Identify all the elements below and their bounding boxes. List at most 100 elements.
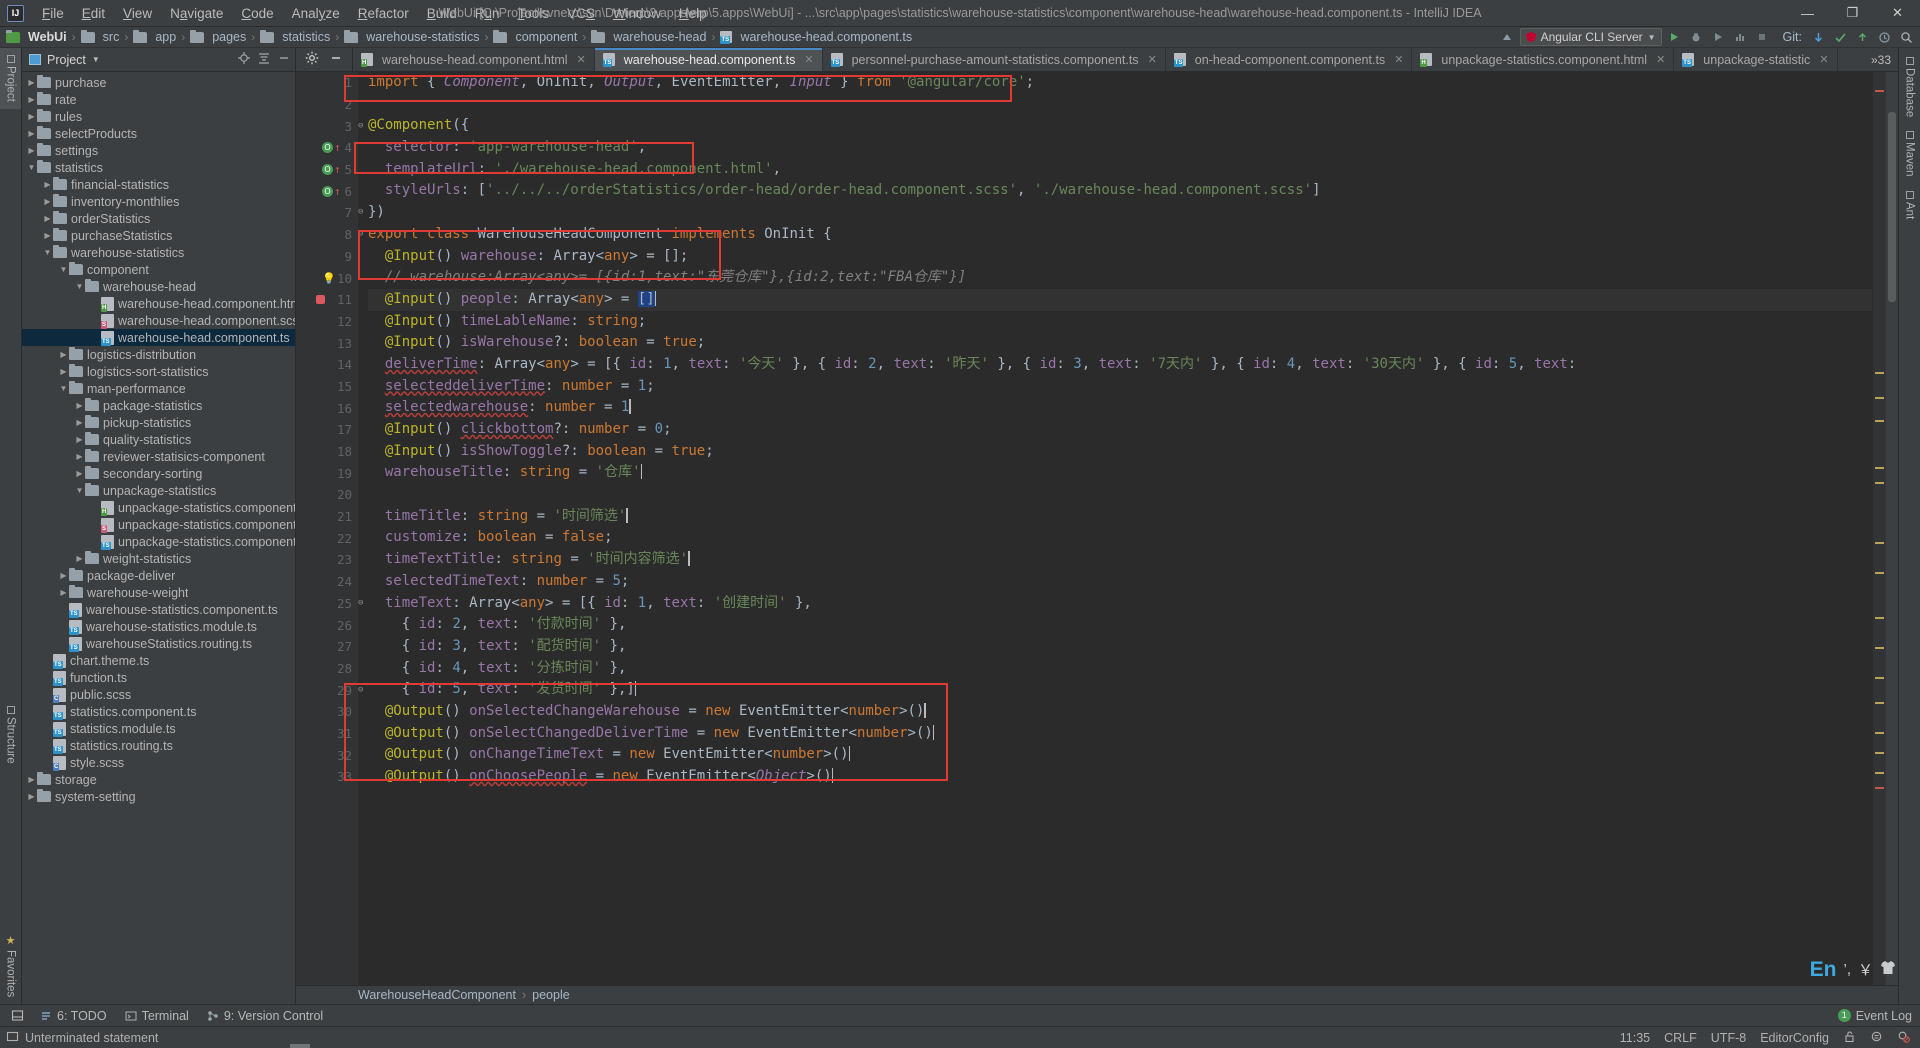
tree-folder-node[interactable]: ▼ warehouse-statistics	[22, 244, 295, 261]
code-line[interactable]: selector: 'app-warehouse-head',	[368, 137, 1872, 159]
editor-tab[interactable]: unpackage-statistic ✕	[1674, 48, 1838, 71]
chevron-right-icon[interactable]: ▶	[26, 792, 37, 801]
chevron-right-icon[interactable]: ▶	[26, 146, 37, 155]
code-line[interactable]: { id: 5, text: '发货时间' },]	[368, 679, 1872, 701]
locate-icon[interactable]	[237, 51, 251, 68]
gutter-line[interactable]: 16	[296, 397, 358, 419]
gutter-line[interactable]: 33	[296, 766, 358, 788]
project-file-tree[interactable]: ▶ purchase ▶ rate ▶ rules ▶ selectProducts ▶ sett…	[22, 72, 295, 1004]
close-icon[interactable]: ✕	[1819, 53, 1828, 66]
tree-folder-node[interactable]: ▶ package-statistics	[22, 397, 295, 414]
tree-folder-node[interactable]: ▶ package-deliver	[22, 567, 295, 584]
code-line[interactable]: @Output() onSelectChangedDeliverTime = n…	[368, 723, 1872, 745]
close-button[interactable]: ✕	[1875, 0, 1920, 27]
editor-tabs-overflow[interactable]: »33	[1864, 48, 1898, 71]
status-line-separator[interactable]: CRLF	[1664, 1031, 1697, 1045]
error-stripe-marker[interactable]	[1875, 617, 1884, 619]
tree-file-node[interactable]: warehouse-head.component.ts	[22, 329, 295, 346]
chevron-down-icon[interactable]: ▼	[26, 163, 37, 172]
gutter-line[interactable]: O ↑ 4	[296, 137, 358, 159]
ime-skin-icon[interactable]	[1880, 960, 1896, 979]
breadcrumb-item-4[interactable]: statistics	[260, 29, 330, 44]
tree-file-node[interactable]: function.ts	[22, 669, 295, 686]
code-line[interactable]: @Input() isShowToggle?: boolean = true;	[368, 441, 1872, 463]
tree-file-node[interactable]: warehouseStatistics.routing.ts	[22, 635, 295, 652]
override-marker-icon[interactable]: O	[322, 185, 333, 197]
tree-folder-node[interactable]: ▶ reviewer-statisics-component	[22, 448, 295, 465]
rail-tab-maven[interactable]: Maven	[1899, 124, 1920, 184]
close-icon[interactable]: ✕	[577, 53, 586, 66]
editor-code-content[interactable]: import { Component, OnInit, Output, Even…	[358, 72, 1872, 985]
tree-folder-node[interactable]: ▶ weight-statistics	[22, 550, 295, 567]
chevron-right-icon[interactable]: ▶	[26, 775, 37, 784]
code-line[interactable]: @Output() onChoosePeople = new EventEmit…	[368, 766, 1872, 788]
code-line[interactable]: })	[368, 202, 1872, 224]
menu-build[interactable]: Build	[418, 3, 466, 24]
code-line[interactable]: selectedTimeText: number = 5;	[368, 571, 1872, 593]
chevron-right-icon[interactable]: ▶	[26, 95, 37, 104]
ime-language[interactable]: En	[1810, 959, 1837, 980]
editor-tab[interactable]: warehouse-head.component.html ✕	[353, 48, 595, 71]
gutter-line[interactable]: O ↑ 6	[296, 180, 358, 202]
error-stripe-marker[interactable]	[1875, 647, 1884, 649]
code-line[interactable]: { id: 4, text: '分拣时间' },	[368, 658, 1872, 680]
gutter-line[interactable]: 18	[296, 441, 358, 463]
tree-file-node[interactable]: warehouse-head.component.scss	[22, 312, 295, 329]
chevron-right-icon[interactable]: ▶	[58, 367, 69, 376]
error-stripe-marker[interactable]	[1875, 752, 1884, 754]
error-stripe-marker[interactable]	[1875, 90, 1884, 92]
tree-folder-node[interactable]: ▶ inventory-monthlies	[22, 193, 295, 210]
code-line[interactable]: warehouseTitle: string = '仓库'	[368, 462, 1872, 484]
gutter-line[interactable]: 29 ⊖	[296, 679, 363, 701]
menu-edit[interactable]: Edit	[73, 3, 114, 24]
chevron-down-icon[interactable]: ▼	[92, 55, 100, 64]
chevron-right-icon[interactable]: ▶	[42, 180, 53, 189]
code-line[interactable]: selectedwarehouse: number = 1	[368, 397, 1872, 419]
gutter-line[interactable]: 23	[296, 549, 358, 571]
menu-vcs[interactable]: VCS	[558, 3, 604, 24]
menu-tools[interactable]: Tools	[509, 3, 559, 24]
tree-file-node[interactable]: public.scss	[22, 686, 295, 703]
breadcrumb-item-0[interactable]: WebUi	[6, 29, 67, 44]
gutter-line[interactable]: 2	[296, 94, 358, 116]
gutter-line[interactable]: 26	[296, 614, 358, 636]
implements-arrow-icon[interactable]: ↑	[334, 142, 341, 153]
tree-file-node[interactable]: statistics.component.ts	[22, 703, 295, 720]
tree-folder-node[interactable]: ▶ financial-statistics	[22, 176, 295, 193]
tool-button-terminal[interactable]: Terminal	[116, 1007, 198, 1025]
tree-folder-node[interactable]: ▶ rules	[22, 108, 295, 125]
profiler-button[interactable]	[1731, 28, 1750, 47]
tree-file-node[interactable]: chart.theme.ts	[22, 652, 295, 669]
gutter-line[interactable]: 19	[296, 462, 358, 484]
code-line[interactable]: export class WarehouseHeadComponent impl…	[368, 224, 1872, 246]
chevron-right-icon[interactable]: ▶	[26, 112, 37, 121]
breadcrumb-item-3[interactable]: pages	[190, 29, 246, 44]
breadcrumb-item-6[interactable]: component	[493, 29, 577, 44]
implements-arrow-icon[interactable]: ↑	[334, 186, 341, 197]
override-marker-icon[interactable]: O	[322, 142, 333, 154]
gutter-line[interactable]: 21	[296, 506, 358, 528]
rail-tab-database[interactable]: Database	[1899, 50, 1920, 124]
tree-folder-node[interactable]: ▼ unpackage-statistics	[22, 482, 295, 499]
tree-folder-node[interactable]: ▶ rate	[22, 91, 295, 108]
error-stripe-marker[interactable]	[1875, 397, 1884, 399]
code-line[interactable]: { id: 2, text: '付款时间' },	[368, 614, 1872, 636]
menu-analyze[interactable]: Analyze	[283, 3, 349, 24]
gutter-line[interactable]: 14	[296, 354, 358, 376]
chevron-right-icon[interactable]: ▶	[42, 231, 53, 240]
error-stripe-marker[interactable]	[1875, 677, 1884, 679]
gutter-line[interactable]: 8 ⊖	[296, 224, 363, 246]
collapse-all-icon[interactable]	[257, 51, 271, 68]
run-button[interactable]	[1665, 28, 1684, 47]
editor-gutter[interactable]: 1 2 3 ⊖ O ↑ 4 O ↑ 5 O ↑ 6 7 ⊖ 8 ⊖ 9 💡 10 11 12 13 14 15 16 17 18 19 2…	[296, 72, 363, 985]
code-line[interactable]	[368, 484, 1872, 506]
chevron-down-icon[interactable]: ▼	[74, 282, 85, 291]
override-marker-icon[interactable]: O	[322, 164, 333, 176]
tree-folder-node[interactable]: ▼ man-performance	[22, 380, 295, 397]
git-history-icon[interactable]	[1875, 28, 1894, 47]
code-line[interactable]: @Output() onChangeTimeText = new EventEm…	[368, 744, 1872, 766]
error-stripe-marker[interactable]	[1875, 467, 1884, 469]
tree-file-node[interactable]: style.scss	[22, 754, 295, 771]
editor-error-markers[interactable]	[1872, 72, 1886, 985]
search-everywhere-icon[interactable]	[1897, 28, 1916, 47]
